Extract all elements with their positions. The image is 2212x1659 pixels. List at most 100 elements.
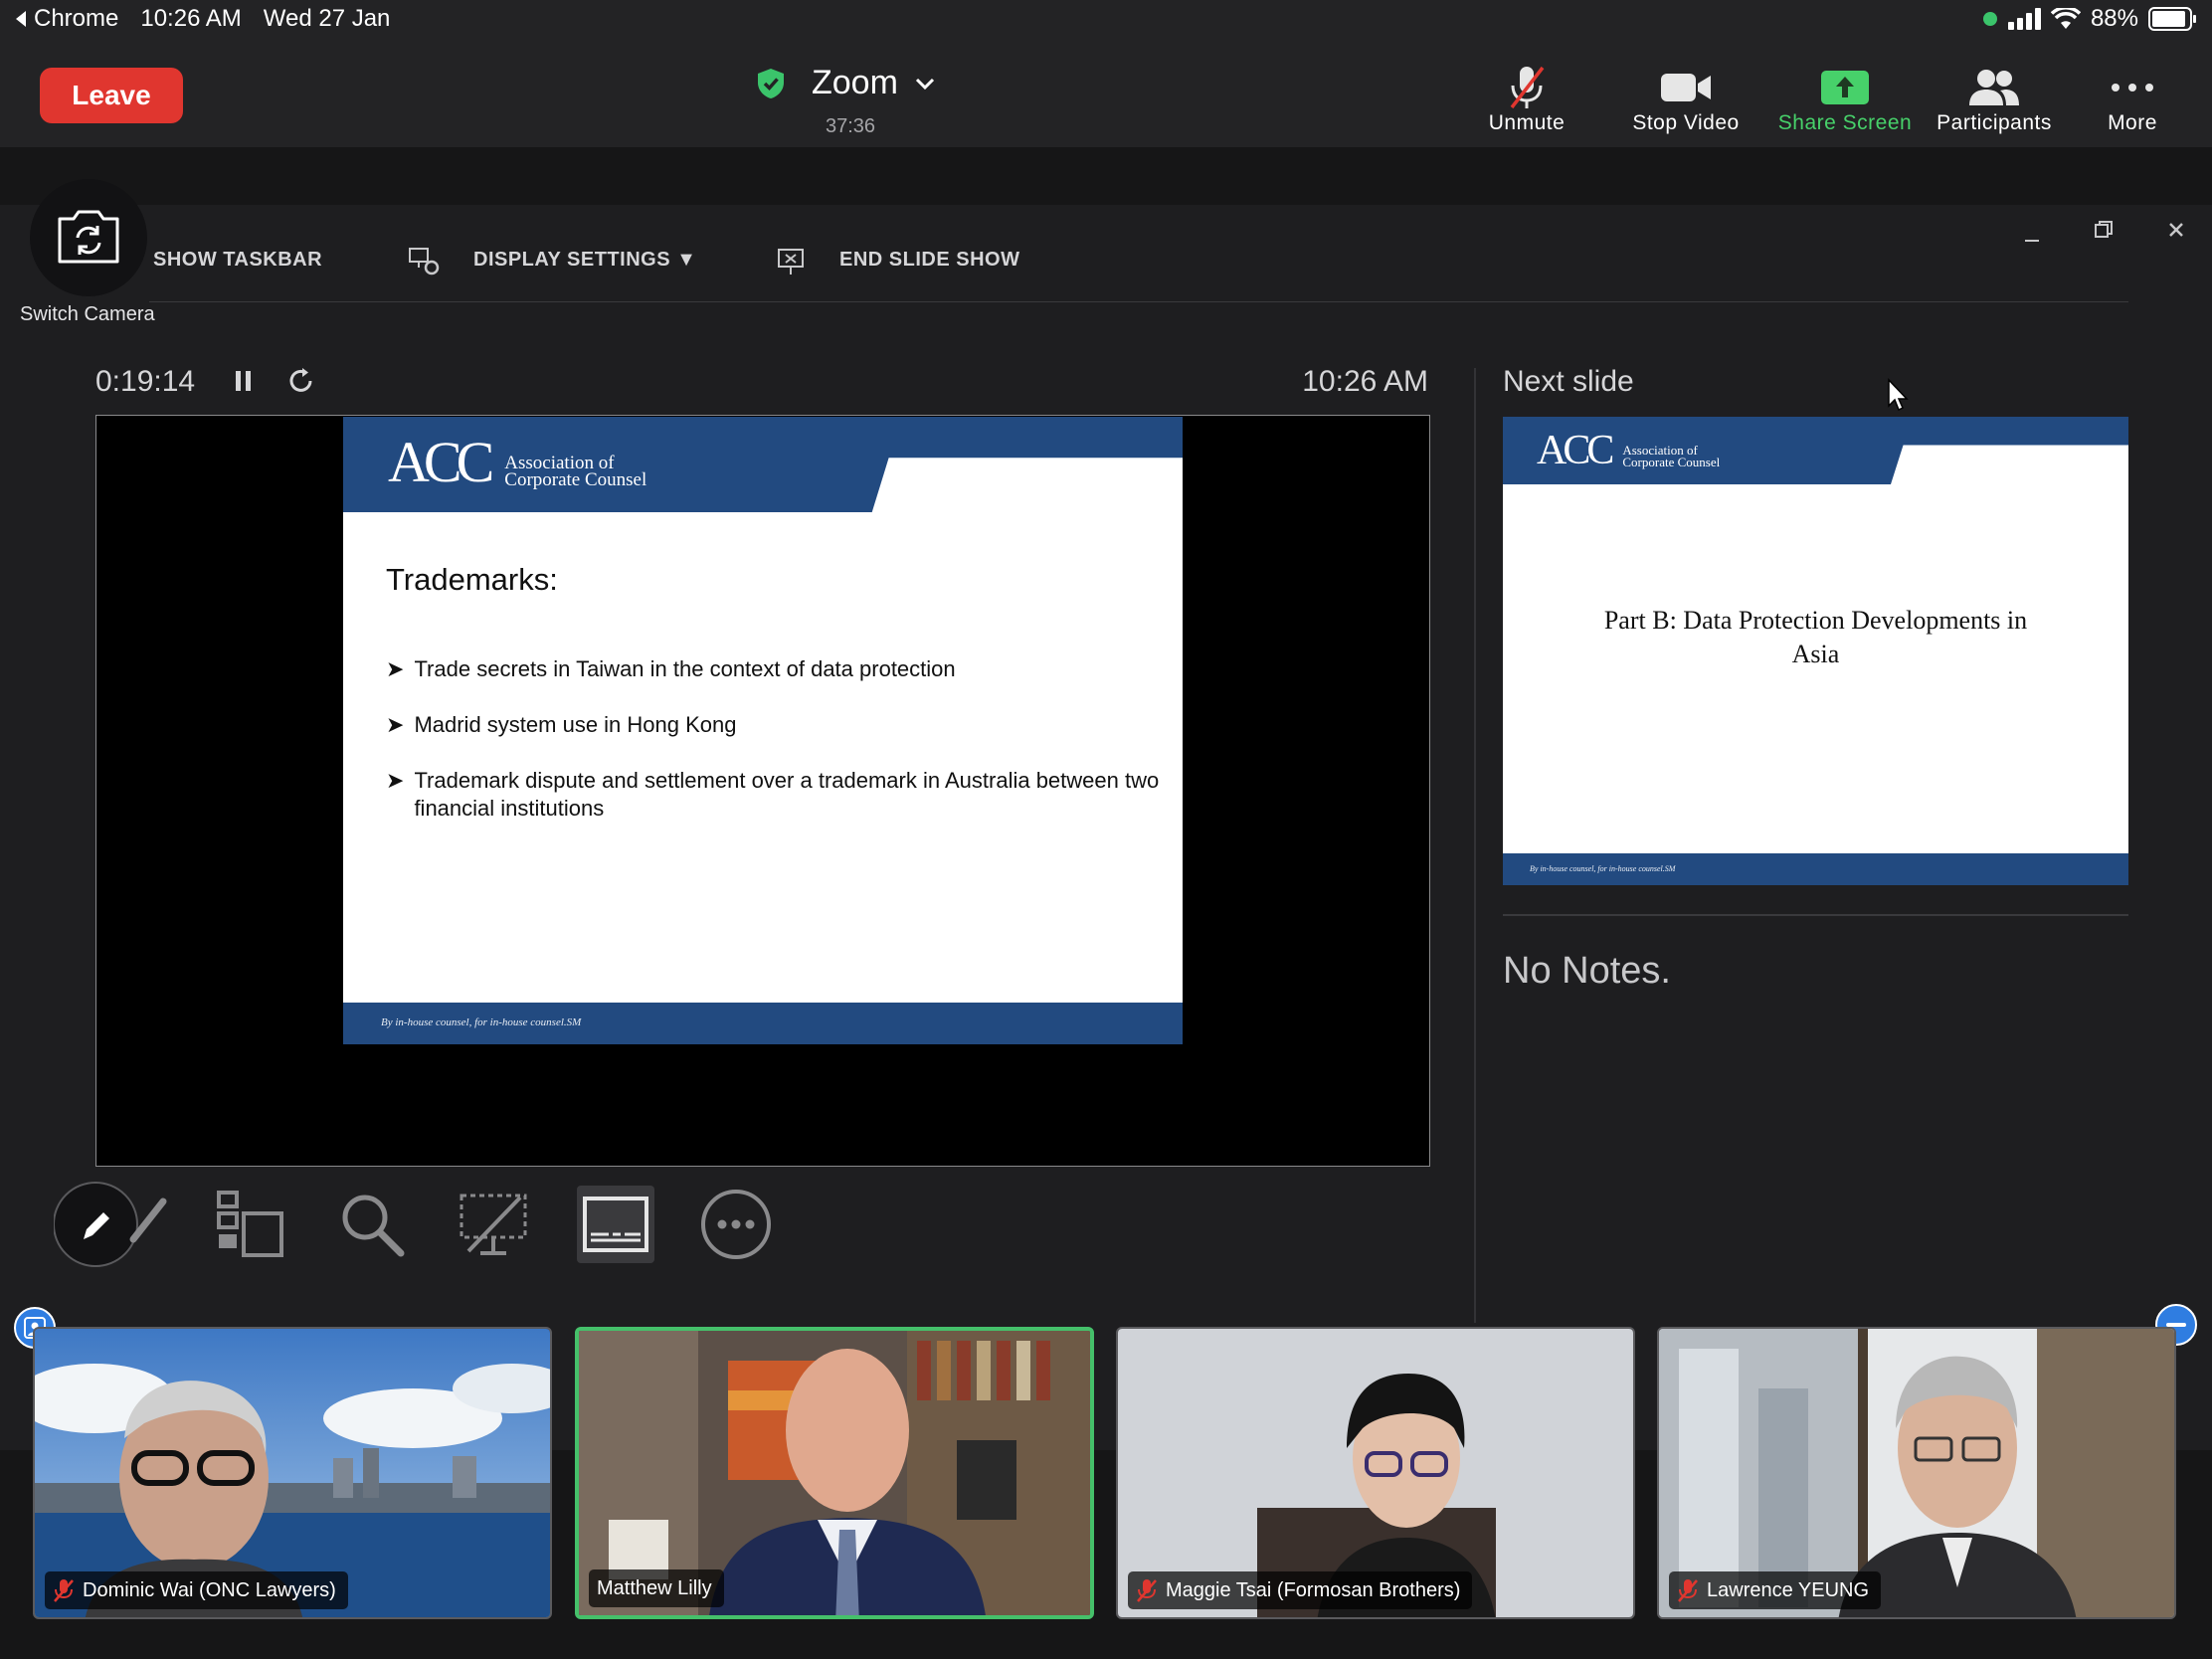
participant-name-tag: Matthew Lilly: [589, 1569, 724, 1607]
battery-icon: [2148, 7, 2196, 31]
window-close-button[interactable]: [2158, 215, 2194, 250]
speaker-notes: No Notes.: [1503, 950, 1671, 992]
back-to-app-link[interactable]: Chrome: [14, 5, 118, 33]
next-slide-footer: By in-house counsel, for in-house counse…: [1503, 853, 2128, 885]
next-acc-logo-line2: Corporate Counsel: [1622, 455, 1721, 469]
display-settings-label: DISPLAY SETTINGS ▼: [473, 249, 697, 271]
acc-logo: ACC Association of Corporate Counsel: [388, 434, 647, 491]
next-acc-logo-text: Association of Corporate Counsel: [1622, 444, 1721, 470]
wifi-icon: [2050, 8, 2081, 29]
microphone-muted-icon: [1678, 1579, 1698, 1602]
participant-name: Lawrence YEUNG: [1707, 1578, 1870, 1601]
participant-video-tile[interactable]: Dominic Wai (ONC Lawyers): [33, 1327, 552, 1619]
restart-timer-button[interactable]: [286, 366, 316, 401]
restore-icon: [2095, 221, 2113, 238]
restart-icon: [289, 368, 312, 392]
more-slideshow-options-button[interactable]: [700, 1189, 772, 1260]
slide-bullet: ➤ Madrid system use in Hong Kong: [386, 711, 1162, 739]
current-slide[interactable]: ACC Association of Corporate Counsel Tra…: [343, 417, 1183, 1044]
minimize-icon: [2025, 240, 2039, 242]
show-taskbar-button[interactable]: SHOW TASKBAR: [153, 249, 322, 272]
unmute-button[interactable]: Unmute: [1447, 56, 1606, 135]
microphone-muted-icon: [1137, 1579, 1157, 1602]
next-acc-logo-mark: ACC: [1537, 428, 1614, 473]
participant-name-tag: Lawrence YEUNG: [1669, 1571, 1882, 1609]
end-slideshow-icon: [778, 249, 804, 275]
acc-logo-text: Association of Corporate Counsel: [504, 454, 647, 490]
zoom-into-slide-button[interactable]: [336, 1189, 408, 1260]
participant-video-tile-active-speaker[interactable]: Matthew Lilly: [575, 1327, 1094, 1619]
subtitles-icon: [583, 1197, 648, 1252]
leave-button[interactable]: Leave: [40, 68, 183, 123]
switch-camera-icon: [58, 210, 119, 264]
slide-bullet: ➤ Trademark dispute and settlement over …: [386, 767, 1162, 823]
window-minimize-button[interactable]: [2014, 221, 2050, 256]
participant-name-tag: Dominic Wai (ONC Lawyers): [45, 1571, 348, 1609]
participant-video-tile[interactable]: Maggie Tsai (Formosan Brothers): [1116, 1327, 1635, 1619]
next-slide-preview[interactable]: ACC Association of Corporate Counsel Par…: [1503, 417, 2128, 885]
participant-video-tile[interactable]: Lawrence YEUNG: [1657, 1327, 2176, 1619]
chevron-down-icon: [915, 78, 934, 90]
secure-shield-icon: [758, 68, 784, 98]
stop-video-button[interactable]: Stop Video: [1606, 56, 1765, 135]
presenter-toolbar-divider: [149, 301, 2128, 302]
next-slide-label: Next slide: [1503, 365, 1634, 398]
presenter-pane-divider: [1474, 368, 1476, 1323]
subtitles-button[interactable]: [577, 1186, 654, 1263]
video-camera-icon: [1661, 74, 1711, 101]
switch-camera-button[interactable]: [30, 179, 147, 296]
mouse-cursor-icon: [1888, 378, 1909, 412]
slideshow-elapsed-timer: 0:19:14: [95, 365, 196, 398]
pen-tool-button[interactable]: [54, 1182, 173, 1267]
switch-camera-label: Switch Camera: [20, 303, 155, 325]
status-date: Wed 27 Jan: [263, 5, 391, 32]
meeting-title-dropdown[interactable]: Zoom: [756, 64, 936, 102]
display-settings-icon: [409, 248, 440, 276]
pause-icon: [236, 371, 251, 391]
more-button[interactable]: More: [2053, 56, 2212, 135]
more-options-icon: [701, 1190, 771, 1259]
slide-bullet: ➤ Trade secrets in Taiwan in the context…: [386, 655, 1162, 683]
participant-name: Maggie Tsai (Formosan Brothers): [1166, 1578, 1461, 1601]
unmute-label: Unmute: [1488, 111, 1566, 134]
back-app-name: Chrome: [34, 5, 119, 32]
participant-name: Dominic Wai (ONC Lawyers): [83, 1578, 336, 1601]
participants-button[interactable]: Participants: [1915, 56, 2074, 135]
status-time: 10:26 AM: [140, 5, 242, 32]
black-screen-icon: [460, 1194, 527, 1255]
slide-bullet-text: Trade secrets in Taiwan in the context o…: [414, 656, 956, 681]
shared-screen-top-bar: [0, 147, 2212, 205]
bullet-arrow-icon: ➤: [386, 656, 405, 681]
share-screen-button[interactable]: Share Screen: [1765, 56, 1925, 135]
notes-divider: [1503, 914, 2128, 916]
pen-icon: [54, 1182, 167, 1267]
cellular-signal-icon: [2007, 8, 2041, 30]
next-slide-title: Part B: Data Protection Developments in …: [1603, 606, 2028, 668]
pause-timer-button[interactable]: [232, 366, 256, 401]
share-screen-icon: [1821, 71, 1869, 104]
slide-bullet-text: Trademark dispute and settlement over a …: [414, 768, 1160, 821]
bullet-arrow-icon: ➤: [386, 768, 405, 793]
acc-logo-line2: Corporate Counsel: [504, 469, 647, 490]
see-all-slides-button[interactable]: [215, 1189, 286, 1260]
share-screen-label: Share Screen: [1777, 111, 1913, 134]
magnifier-icon: [342, 1195, 405, 1257]
slide-footer: By in-house counsel, for in-house counse…: [343, 1003, 1183, 1044]
microphone-muted-icon: [54, 1579, 74, 1602]
more-dots-icon: [2112, 84, 2153, 92]
participants-icon: [1969, 70, 2019, 105]
close-icon: [2169, 223, 2183, 237]
slide-bullet-text: Madrid system use in Hong Kong: [414, 712, 737, 737]
ios-status-bar: Chrome 10:26 AM Wed 27 Jan 88%: [0, 0, 2212, 40]
battery-percent: 88%: [2090, 5, 2138, 32]
stop-video-label: Stop Video: [1632, 111, 1740, 134]
participant-name: Matthew Lilly: [597, 1576, 712, 1599]
meeting-title: Zoom: [812, 64, 898, 101]
microphone-muted-icon: [1510, 66, 1545, 109]
grid-slides-icon: [217, 1191, 283, 1257]
bullet-arrow-icon: ➤: [386, 712, 405, 737]
black-screen-button[interactable]: [458, 1189, 529, 1260]
window-restore-button[interactable]: [2086, 216, 2121, 251]
slide-title: Trademarks:: [386, 562, 558, 597]
participants-label: Participants: [1936, 111, 2052, 134]
